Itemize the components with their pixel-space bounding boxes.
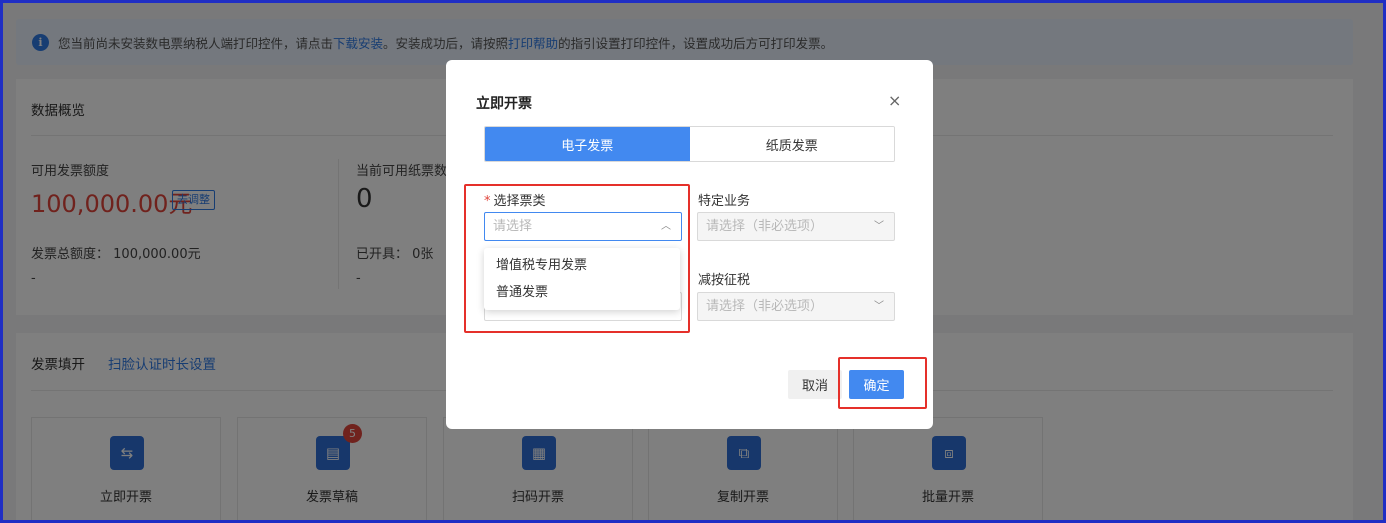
tax-label: 减按征税	[698, 273, 751, 288]
cancel-button[interactable]: 取消	[788, 370, 842, 399]
screen-frame: i 您当前尚未安装数电票纳税人端打印控件，请点击 下载安装 。安装成功后，请按照…	[0, 0, 1386, 523]
business-select[interactable]: 请选择（非必选项） ﹀	[697, 212, 895, 241]
chevron-down-icon: ﹀	[874, 221, 884, 232]
tax-placeholder: 请选择（非必选项）	[706, 299, 824, 314]
invoice-medium-toggle: 电子发票 纸质发票	[484, 126, 895, 162]
business-placeholder: 请选择（非必选项）	[706, 219, 824, 234]
tab-electronic-invoice[interactable]: 电子发票	[485, 127, 690, 161]
highlight-box-ticket-type	[464, 184, 690, 333]
close-icon[interactable]: ×	[888, 91, 901, 110]
business-label: 特定业务	[698, 194, 751, 209]
highlight-box-confirm	[838, 357, 927, 409]
dialog-title: 立即开票	[476, 96, 532, 112]
chevron-down-icon: ﹀	[874, 301, 884, 312]
tax-reduction-select[interactable]: 请选择（非必选项） ﹀	[697, 292, 895, 321]
tab-paper-invoice[interactable]: 纸质发票	[689, 127, 894, 161]
